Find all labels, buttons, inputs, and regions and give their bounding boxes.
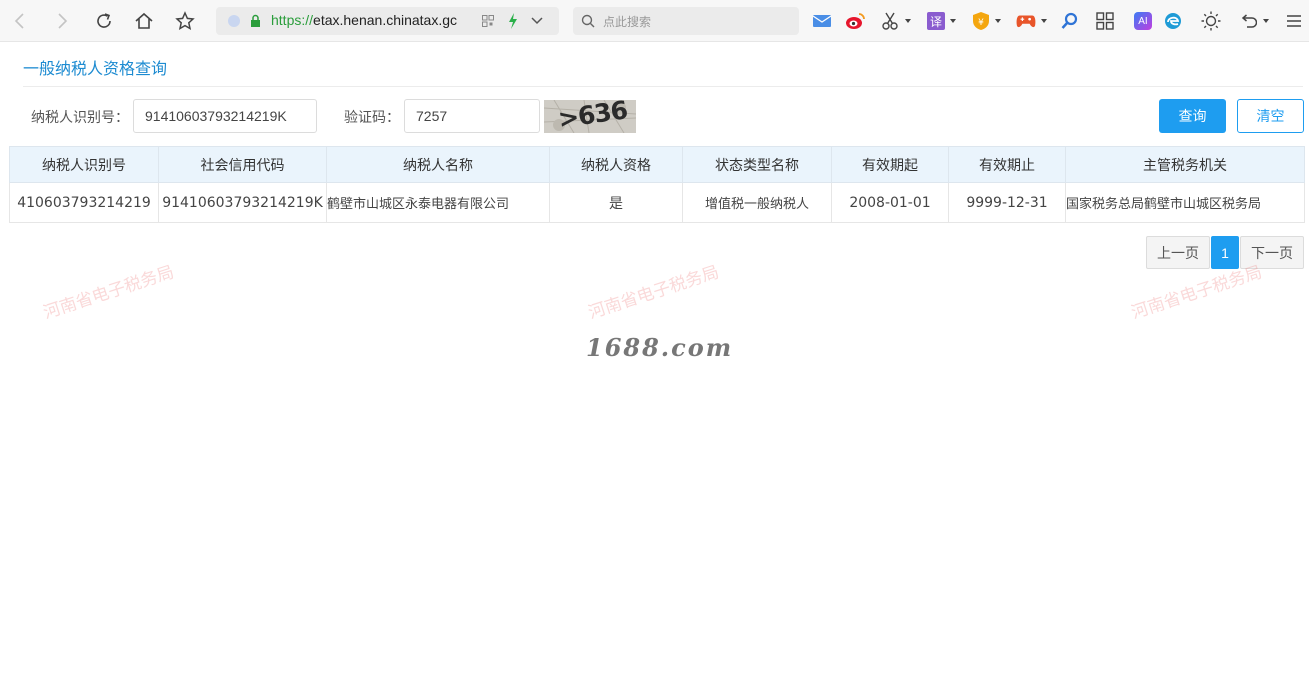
result-table: 纳税人识别号 社会信用代码 纳税人名称 纳税人资格 状态类型名称 有效期起 有效… xyxy=(9,146,1305,223)
address-bar[interactable]: https://etax.henan.chinatax.gc xyxy=(216,7,559,35)
header-qualification: 纳税人资格 xyxy=(549,146,683,183)
weibo-icon[interactable] xyxy=(845,11,865,31)
taxpayer-id-input[interactable] xyxy=(133,99,317,133)
cell-status-type: 增值税一般纳税人 xyxy=(682,182,832,223)
cell-qualification: 是 xyxy=(549,182,683,223)
svg-text:¥: ¥ xyxy=(978,18,984,28)
url-text: https://etax.henan.chinatax.gc xyxy=(271,12,471,28)
chevron-right-icon xyxy=(58,13,68,29)
header-taxpayer-id: 纳税人识别号 xyxy=(9,146,159,183)
site-icon xyxy=(228,15,240,27)
gamepad-menu-caret[interactable] xyxy=(1041,19,1047,23)
captcha-image[interactable]: >636 xyxy=(544,100,636,133)
ai-label: AI xyxy=(1134,12,1152,30)
table-header-row: 纳税人识别号 社会信用代码 纳税人名称 纳税人资格 状态类型名称 有效期起 有效… xyxy=(9,146,1305,183)
reload-icon xyxy=(97,13,111,28)
cell-taxpayer-name: 鹤壁市山城区永泰电器有限公司 xyxy=(326,182,550,223)
header-taxpayer-name: 纳税人名称 xyxy=(326,146,550,183)
title-divider xyxy=(23,86,1303,87)
watermark-center: 河南省电子税务局 xyxy=(586,262,722,324)
clear-button[interactable]: 清空 xyxy=(1237,99,1304,133)
translate-menu-caret[interactable] xyxy=(950,19,956,23)
url-host: etax.henan.chinatax.gc xyxy=(313,12,458,28)
search-icon xyxy=(581,14,595,28)
brightness-icon[interactable] xyxy=(1201,11,1221,31)
shield-menu-caret[interactable] xyxy=(995,19,1001,23)
cell-tax-authority: 国家税务总局鹤壁市山城区税务局 xyxy=(1065,182,1305,223)
cell-taxpayer-id: 410603793214219 xyxy=(9,182,159,223)
shield-icon[interactable]: ¥ xyxy=(971,11,991,31)
mail-icon[interactable] xyxy=(812,11,832,31)
gamepad-icon[interactable] xyxy=(1016,11,1036,31)
lock-icon xyxy=(251,14,260,27)
magnifier-icon[interactable] xyxy=(1060,11,1080,31)
chevron-down-icon[interactable] xyxy=(531,16,543,25)
taxpayer-id-label: 纳税人识别号： xyxy=(31,110,129,126)
star-icon xyxy=(175,11,195,30)
url-scheme: https:// xyxy=(271,12,314,28)
scissors-icon[interactable] xyxy=(880,11,900,31)
undo-icon[interactable] xyxy=(1238,11,1258,31)
chevron-left-icon xyxy=(14,13,24,29)
ai-icon[interactable]: AI xyxy=(1133,11,1153,31)
table-row: 410603793214219 91410603793214219K 鹤壁市山城… xyxy=(9,182,1305,223)
captcha-label: 验证码： xyxy=(344,110,400,126)
scissors-menu-caret[interactable] xyxy=(905,19,911,23)
menu-icon[interactable] xyxy=(1284,11,1304,31)
forward-button[interactable] xyxy=(50,9,74,33)
home-button[interactable] xyxy=(132,9,156,33)
cell-valid-from: 2008-01-01 xyxy=(831,182,949,223)
header-status-type: 状态类型名称 xyxy=(682,146,832,183)
qr-code-icon[interactable] xyxy=(482,15,494,27)
query-button[interactable]: 查询 xyxy=(1159,99,1226,133)
header-credit-code: 社会信用代码 xyxy=(158,146,327,183)
header-valid-to: 有效期止 xyxy=(948,146,1066,183)
search-placeholder: 点此搜索 xyxy=(603,15,652,29)
captcha-input[interactable] xyxy=(404,99,540,133)
prev-page-button[interactable]: 上一页 xyxy=(1146,236,1210,269)
translate-icon[interactable]: 译 xyxy=(926,11,946,31)
home-icon xyxy=(135,12,153,29)
translate-label: 译 xyxy=(927,12,945,30)
cell-credit-code: 91410603793214219K xyxy=(158,182,327,223)
cell-valid-to: 9999-12-31 xyxy=(948,182,1066,223)
bookmark-button[interactable] xyxy=(173,9,197,33)
reload-button[interactable] xyxy=(92,9,116,33)
site-watermark: 1688.com xyxy=(586,333,734,362)
page-title: 一般纳税人资格查询 xyxy=(23,59,168,78)
back-button[interactable] xyxy=(8,9,32,33)
browser-toolbar: https://etax.henan.chinatax.gc 点此搜索 译 ¥ … xyxy=(0,0,1309,42)
lightning-icon[interactable] xyxy=(508,13,518,29)
header-valid-from: 有效期起 xyxy=(831,146,949,183)
search-bar[interactable]: 点此搜索 xyxy=(573,7,799,35)
undo-menu-caret[interactable] xyxy=(1263,19,1269,23)
watermark-left: 河南省电子税务局 xyxy=(41,262,177,324)
edge-icon[interactable] xyxy=(1163,11,1183,31)
apps-grid-icon[interactable] xyxy=(1095,11,1115,31)
header-tax-authority: 主管税务机关 xyxy=(1065,146,1305,183)
